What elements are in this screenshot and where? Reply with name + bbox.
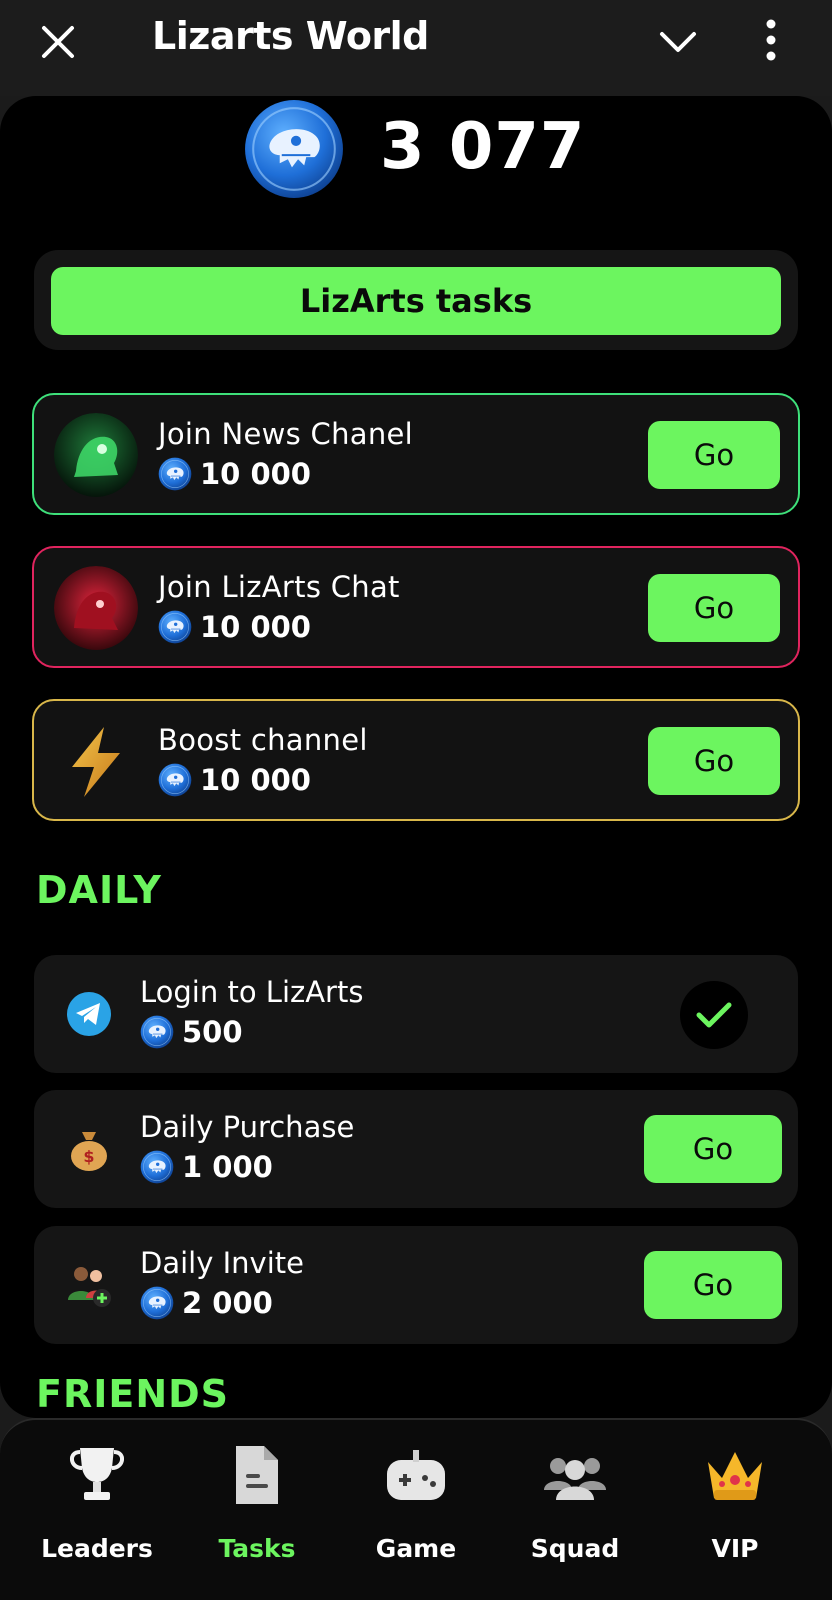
go-button[interactable]: Go bbox=[644, 1115, 782, 1183]
lightning-icon bbox=[54, 719, 138, 803]
lizarts-tasks-button[interactable]: LizArts tasks bbox=[51, 267, 781, 335]
reward-amount: 1 000 bbox=[182, 1150, 273, 1184]
telegram-icon bbox=[67, 992, 111, 1036]
nav-label: Leaders bbox=[41, 1534, 153, 1563]
go-button[interactable]: Go bbox=[644, 1251, 782, 1319]
app-header: Lizarts World bbox=[0, 0, 832, 96]
coin-icon bbox=[158, 610, 192, 644]
reward-amount: 10 000 bbox=[200, 457, 311, 491]
coin-icon bbox=[140, 1015, 174, 1049]
chat-avatar bbox=[54, 566, 138, 650]
go-button[interactable]: Go bbox=[648, 574, 780, 642]
task-reward: 10 000 bbox=[158, 610, 311, 644]
window-title: Lizarts World bbox=[152, 14, 429, 58]
more-menu-icon[interactable] bbox=[762, 18, 780, 62]
close-icon[interactable] bbox=[36, 20, 80, 64]
document-icon bbox=[236, 1446, 278, 1504]
checkmark-icon bbox=[696, 1002, 732, 1028]
gamepad-icon bbox=[387, 1450, 445, 1500]
invite-users-icon bbox=[68, 1267, 111, 1307]
go-button[interactable]: Go bbox=[648, 727, 780, 795]
coin-icon bbox=[243, 98, 345, 200]
coin-icon bbox=[158, 457, 192, 491]
nav-tasks[interactable]: Tasks bbox=[174, 1420, 340, 1600]
nav-label: Game bbox=[375, 1534, 457, 1563]
coin-icon bbox=[158, 763, 192, 797]
nav-label: Squad bbox=[530, 1534, 620, 1563]
daily-item-purchase: $ Daily Purchase 1 000 Go bbox=[34, 1090, 798, 1208]
nav-vip[interactable]: VIP bbox=[652, 1420, 818, 1600]
crown-icon bbox=[708, 1452, 762, 1500]
bottom-nav: Leaders Tasks Game Squad VIP bbox=[0, 1418, 832, 1600]
money-bag-icon: $ bbox=[71, 1132, 107, 1171]
go-button[interactable]: Go bbox=[648, 421, 780, 489]
task-card-news: Join News Chanel 10 000 Go bbox=[32, 393, 800, 515]
daily-item-login: Login to LizArts 500 bbox=[34, 955, 798, 1073]
daily-item-invite: Daily Invite 2 000 Go bbox=[34, 1226, 798, 1344]
reward-amount: 10 000 bbox=[200, 763, 311, 797]
coin-icon bbox=[140, 1286, 174, 1320]
daily-name: Daily Purchase bbox=[140, 1110, 355, 1144]
chevron-down-icon[interactable] bbox=[656, 22, 700, 62]
nav-label: Tasks bbox=[218, 1534, 296, 1563]
nav-squad[interactable]: Squad bbox=[492, 1420, 658, 1600]
task-card-boost: Boost channel 10 000 Go bbox=[32, 699, 800, 821]
coin-icon bbox=[140, 1150, 174, 1184]
nav-leaders[interactable]: Leaders bbox=[14, 1420, 180, 1600]
daily-reward: 2 000 bbox=[140, 1286, 273, 1320]
trophy-icon bbox=[70, 1448, 124, 1500]
daily-name: Daily Invite bbox=[140, 1246, 304, 1280]
friends-section-title: FRIENDS bbox=[36, 1372, 230, 1416]
daily-reward: 1 000 bbox=[140, 1150, 273, 1184]
daily-section-title: DAILY bbox=[36, 868, 162, 912]
task-card-chat: Join LizArts Chat 10 000 Go bbox=[32, 546, 800, 668]
completed-badge bbox=[680, 981, 748, 1049]
task-name: Join News Chanel bbox=[158, 417, 414, 451]
reward-amount: 500 bbox=[182, 1015, 243, 1049]
balance-amount: 3 077 bbox=[380, 110, 586, 184]
tasks-page: 3 077 LizArts tasks Join News Chanel 10 … bbox=[0, 96, 832, 1418]
svg-text:$: $ bbox=[83, 1147, 94, 1166]
tasks-tab-container: LizArts tasks bbox=[34, 250, 798, 350]
task-reward: 10 000 bbox=[158, 457, 311, 491]
nav-label: VIP bbox=[711, 1534, 759, 1563]
nav-game[interactable]: Game bbox=[333, 1420, 499, 1600]
news-channel-avatar bbox=[54, 413, 138, 497]
task-reward: 10 000 bbox=[158, 763, 311, 797]
daily-name: Login to LizArts bbox=[140, 975, 364, 1009]
task-name: Join LizArts Chat bbox=[158, 570, 400, 604]
reward-amount: 2 000 bbox=[182, 1286, 273, 1320]
daily-reward: 500 bbox=[140, 1015, 243, 1049]
group-icon bbox=[544, 1458, 606, 1500]
task-name: Boost channel bbox=[158, 723, 368, 757]
reward-amount: 10 000 bbox=[200, 610, 311, 644]
balance-display: 3 077 bbox=[0, 96, 832, 206]
